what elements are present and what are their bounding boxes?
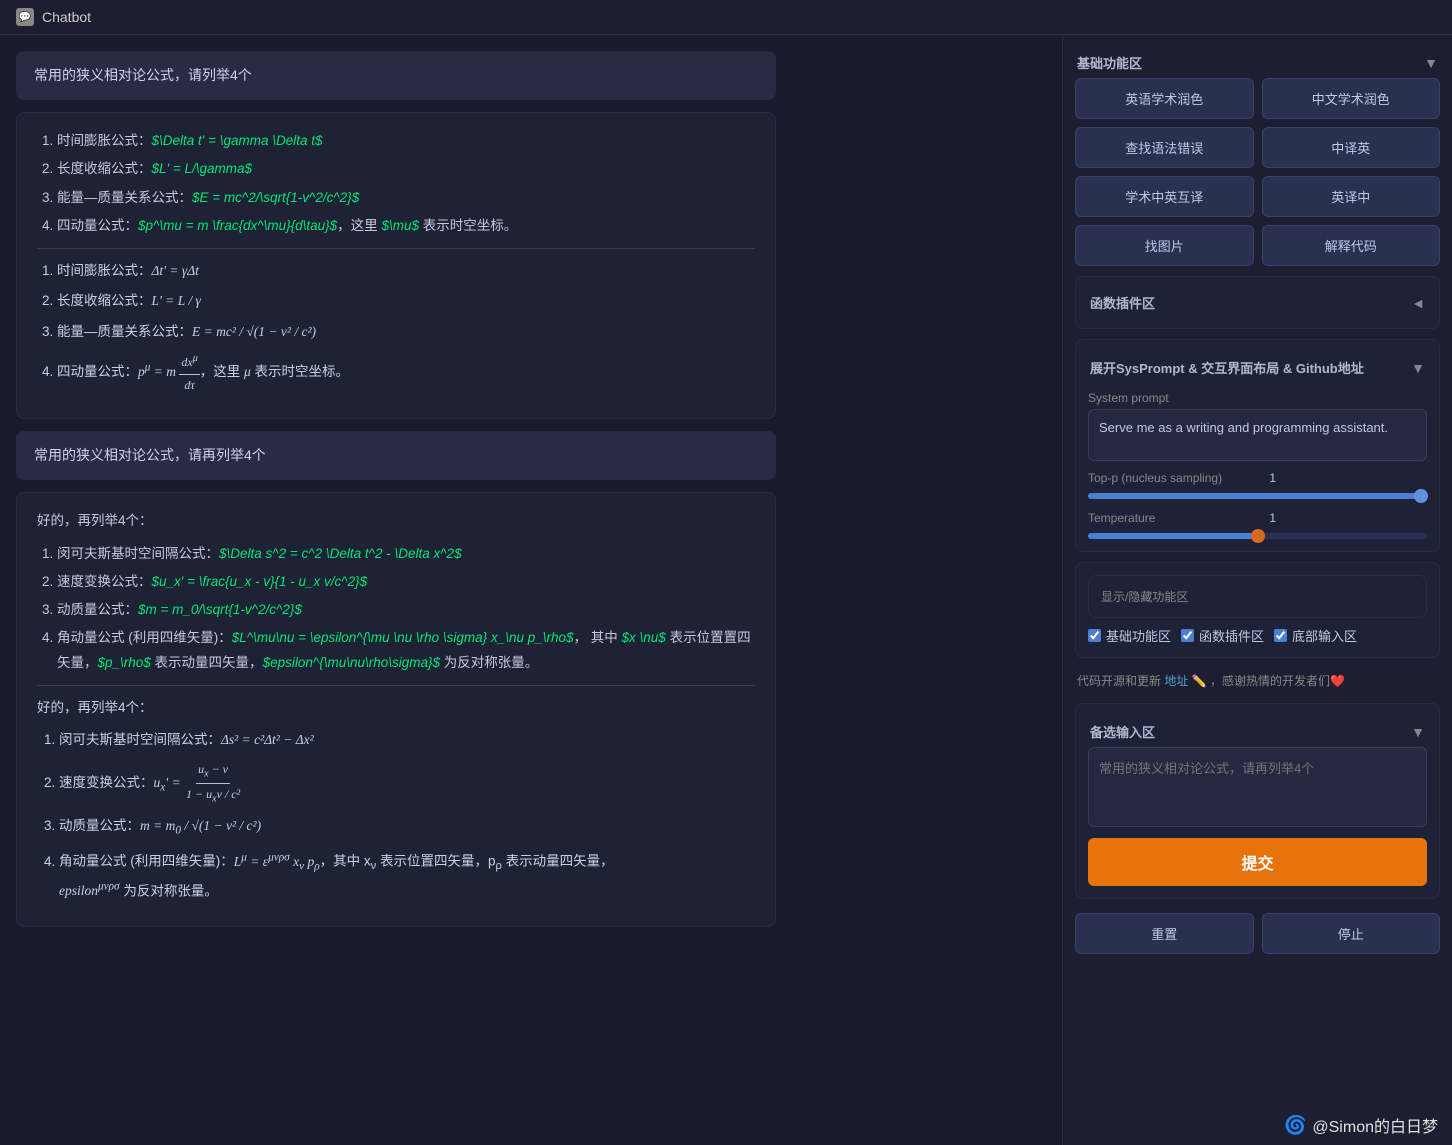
expand-section: 展开SysPrompt & 交互界面布局 & Github地址 ▼ System… [1075, 339, 1440, 552]
temperature-fill [1088, 533, 1258, 539]
list-item: 速度变换公式：$u_x' = \frac{u_x - v}{1 - u_x v/… [57, 570, 755, 594]
assistant-message-2: 好的，再列举4个： 闵可夫斯基时空间隔公式：$\Delta s^2 = c^2 … [16, 492, 776, 926]
plugin-section: 函数插件区 ◄ [1075, 276, 1440, 329]
temperature-track[interactable] [1088, 533, 1427, 539]
basic-functions-section: 基础功能区 ▼ 英语学术润色 中文学术润色 查找语法错误 中译英 学术中英互译 … [1075, 47, 1440, 266]
checkbox-plugin[interactable]: 函数插件区 [1181, 626, 1264, 645]
reset-button[interactable]: 重置 [1075, 913, 1254, 954]
basic-functions-grid: 英语学术润色 中文学术润色 查找语法错误 中译英 学术中英互译 英译中 找图片 … [1075, 78, 1440, 266]
user-message-1: 常用的狭义相对论公式，请列举4个 [16, 51, 776, 100]
backup-arrow-icon[interactable]: ▼ [1411, 724, 1425, 740]
top-p-track[interactable] [1088, 493, 1427, 499]
app-icon: 💬 [16, 8, 34, 26]
app-title: Chatbot [42, 9, 91, 25]
system-prompt-box[interactable]: Serve me as a writing and programming as… [1088, 409, 1427, 461]
list-item: 四动量公式：$p^\mu = m \frac{dx^\mu}{d\tau}$，这… [57, 214, 755, 238]
temperature-thumb[interactable] [1251, 529, 1265, 543]
user-message-2: 常用的狭义相对论公式，请再列举4个 [16, 431, 776, 480]
btn-find-image[interactable]: 找图片 [1075, 225, 1254, 266]
assistant-message-1: 时间膨胀公式：$\Delta t' = \gamma \Delta t$ 长度收… [16, 112, 776, 419]
top-p-thumb[interactable] [1414, 489, 1428, 503]
watermark: 🌀 @Simon的白日梦 [1270, 1105, 1452, 1145]
main-layout: 常用的狭义相对论公式，请列举4个 时间膨胀公式：$\Delta t' = \ga… [0, 35, 1452, 1145]
backup-textarea[interactable] [1088, 747, 1427, 827]
plugin-header: 函数插件区 ◄ [1088, 287, 1427, 318]
basic-functions-header: 基础功能区 ▼ [1075, 47, 1440, 78]
chevron-down-icon[interactable]: ▼ [1424, 55, 1438, 71]
visibility-section: 显示/隐藏功能区 基础功能区 函数插件区 底部输入区 [1075, 562, 1440, 658]
system-prompt-label: System prompt [1088, 391, 1427, 405]
btn-explain-code[interactable]: 解释代码 [1262, 225, 1441, 266]
right-sidebar: 基础功能区 ▼ 英语学术润色 中文学术润色 查找语法错误 中译英 学术中英互译 … [1062, 35, 1452, 1145]
backup-header: 备选输入区 ▼ [1088, 716, 1427, 747]
checkbox-bottom[interactable]: 底部输入区 [1274, 626, 1357, 645]
top-p-fill [1088, 493, 1427, 499]
footer-link[interactable]: 地址 [1164, 674, 1188, 688]
list-item: 长度收缩公式：L' = L / γ [57, 289, 755, 313]
list-item: 角动量公式 (利用四维矢量)：Lμ = εμνρσ xν pρ，其中 xν 表示… [59, 847, 755, 903]
visibility-label: 显示/隐藏功能区 [1088, 575, 1427, 618]
list-item: 动质量公式：m = m0 / √(1 − v² / c²) [59, 814, 755, 841]
expand-header[interactable]: 展开SysPrompt & 交互界面布局 & Github地址 ▼ [1088, 352, 1427, 383]
checkbox-row: 基础功能区 函数插件区 底部输入区 [1088, 626, 1427, 645]
temperature-label: Temperature [1088, 511, 1248, 525]
backup-section: 备选输入区 ▼ 提交 [1075, 703, 1440, 899]
list-item: 速度变换公式：ux' = ux − v1 − uxv / c² [59, 759, 755, 809]
submit-button[interactable]: 提交 [1088, 838, 1427, 886]
chevron-left-icon[interactable]: ◄ [1411, 295, 1425, 311]
top-p-row: Top-p (nucleus sampling) 1 [1088, 471, 1427, 485]
footer-links: 代码开源和更新 地址 ✏️ ，感谢热情的开发者们❤️ [1075, 668, 1440, 693]
btn-en-academic[interactable]: 英语学术润色 [1075, 78, 1254, 119]
rendered-math-2: 好的，再列举4个： 闵可夫斯基时空间隔公式：Δs² = c²Δt² − Δx² … [37, 696, 755, 904]
chat-area: 常用的狭义相对论公式，请列举4个 时间膨胀公式：$\Delta t' = \ga… [0, 35, 1062, 1145]
list-item: 闵可夫斯基时空间隔公式：Δs² = c²Δt² − Δx² [59, 728, 755, 752]
expand-arrow-icon[interactable]: ▼ [1411, 360, 1425, 376]
list-item: 动质量公式：$m = m_0/\sqrt{1-v^2/c^2}$ [57, 598, 755, 622]
top-p-value: 1 [1256, 471, 1276, 485]
checkbox-plugin-input[interactable] [1181, 629, 1194, 642]
stop-button[interactable]: 停止 [1262, 913, 1441, 954]
list-item: 能量—质量关系公式：E = mc² / √(1 − v² / c²) [57, 320, 755, 344]
app-header: 💬 Chatbot [0, 0, 1452, 35]
list-item: 角动量公式 (利用四维矢量)：$L^\mu\nu = \epsilon^{\mu… [57, 626, 755, 675]
weibo-icon: 🌀 [1284, 1115, 1306, 1136]
list-item: 能量—质量关系公式：$E = mc^2/\sqrt{1-v^2/c^2}$ [57, 186, 755, 210]
checkbox-basic-input[interactable] [1088, 629, 1101, 642]
list-item: 时间膨胀公式：Δt' = γΔt [57, 259, 755, 283]
list-item: 长度收缩公式：$L' = L/\gamma$ [57, 157, 755, 181]
bottom-buttons: 重置 停止 [1075, 913, 1440, 954]
btn-academic-translate[interactable]: 学术中英互译 [1075, 176, 1254, 217]
temperature-row: Temperature 1 [1088, 511, 1427, 525]
list-item: 四动量公式：pμ = m dxμdτ，这里 μ 表示时空坐标。 [57, 350, 755, 396]
btn-en-to-zh[interactable]: 英译中 [1262, 176, 1441, 217]
checkbox-bottom-input[interactable] [1274, 629, 1287, 642]
pencil-icon: ✏️ [1192, 674, 1207, 688]
list-item: 闵可夫斯基时空间隔公式：$\Delta s^2 = c^2 \Delta t^2… [57, 542, 755, 566]
list-item: 时间膨胀公式：$\Delta t' = \gamma \Delta t$ [57, 129, 755, 153]
btn-zh-academic[interactable]: 中文学术润色 [1262, 78, 1441, 119]
temperature-value: 1 [1256, 511, 1276, 525]
btn-grammar-check[interactable]: 查找语法错误 [1075, 127, 1254, 168]
checkbox-basic[interactable]: 基础功能区 [1088, 626, 1171, 645]
top-p-label: Top-p (nucleus sampling) [1088, 471, 1248, 485]
btn-zh-to-en[interactable]: 中译英 [1262, 127, 1441, 168]
rendered-math-1: 时间膨胀公式：Δt' = γΔt 长度收缩公式：L' = L / γ 能量—质量… [37, 259, 755, 396]
